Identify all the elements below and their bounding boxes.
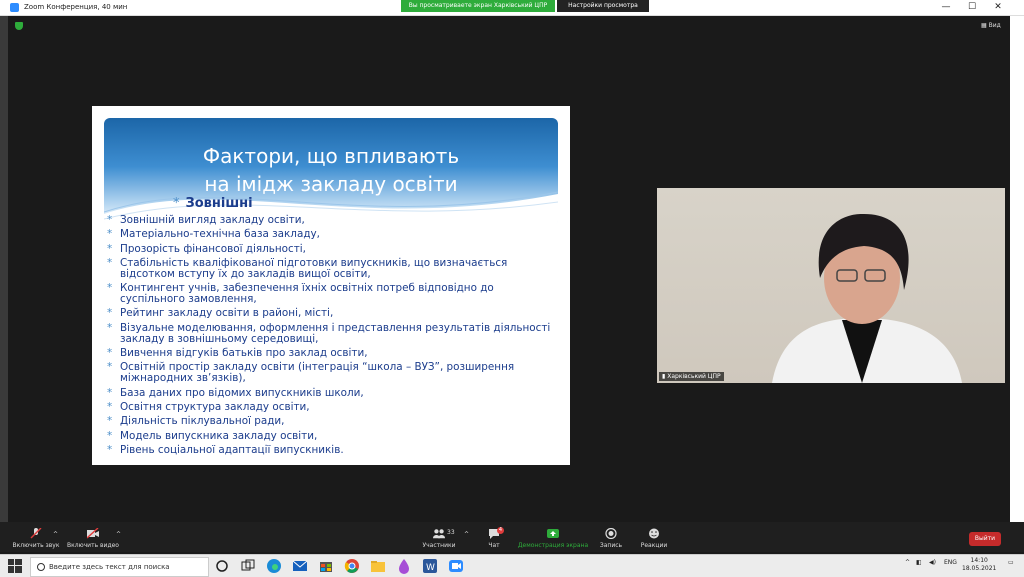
start-video-button[interactable]: Включить видео bbox=[66, 522, 120, 552]
list-item: Вивчення відгуків батьків про заклад осв… bbox=[107, 348, 557, 360]
view-button[interactable]: ▦ Вид bbox=[981, 22, 1001, 29]
record-button[interactable]: Запись bbox=[596, 522, 626, 552]
smiley-icon bbox=[649, 528, 659, 539]
participant-avatar bbox=[772, 213, 962, 383]
list-item: Матеріально-технічна база закладу, bbox=[107, 229, 557, 241]
slide-subtitle: * Зовнішні bbox=[173, 196, 253, 211]
view-label: Вид bbox=[988, 22, 1001, 29]
reactions-label: Реакции bbox=[640, 542, 668, 549]
shield-icon[interactable] bbox=[15, 22, 23, 30]
notifications-icon[interactable]: ▭ bbox=[1008, 559, 1014, 566]
edge-icon[interactable] bbox=[266, 558, 282, 574]
participant-video[interactable]: ▮ Харківський ЦПР bbox=[657, 188, 1005, 383]
participants-icon bbox=[433, 529, 445, 539]
chat-label: Чат bbox=[488, 542, 500, 549]
list-item: Стабільність кваліфікованої підготовки в… bbox=[107, 257, 557, 280]
search-icon bbox=[37, 563, 45, 571]
list-item: Рейтинг закладу освіти в районі, місті, bbox=[107, 308, 557, 320]
reactions-button[interactable]: Реакции bbox=[638, 522, 670, 552]
audio-options-caret[interactable]: ^ bbox=[53, 531, 58, 538]
shared-screen: Фактори, що впливають на імідж закладу о… bbox=[92, 106, 570, 465]
video-options-caret[interactable]: ^ bbox=[116, 531, 121, 538]
file-explorer-icon[interactable] bbox=[370, 558, 386, 574]
slide-subtitle-text: Зовнішні bbox=[185, 196, 253, 211]
cortana-icon[interactable] bbox=[214, 558, 230, 574]
list-item: Контингент учнів, забезпечення їхніх осв… bbox=[107, 283, 557, 305]
view-options-button[interactable]: Настройки просмотра bbox=[557, 0, 649, 12]
list-item: Рівень соціальної адаптації випускників. bbox=[107, 444, 557, 456]
list-item: Прозорість фінансової діяльності, bbox=[107, 243, 557, 255]
taskbar-search-placeholder: Введите здесь текст для поиска bbox=[49, 563, 170, 571]
chat-button[interactable]: Чат bbox=[480, 522, 508, 552]
participants-count: 33 bbox=[447, 529, 455, 536]
right-panel-edge bbox=[1010, 16, 1024, 536]
share-screen-button[interactable]: Демонстрация экрана bbox=[517, 522, 589, 552]
windows-start-icon[interactable] bbox=[8, 559, 22, 573]
list-item: База даних про відомих випускників школи… bbox=[107, 387, 557, 399]
participants-options-caret[interactable]: ^ bbox=[464, 531, 469, 538]
chrome-icon[interactable] bbox=[344, 558, 360, 574]
meeting-toolbar: Включить звук ^ Включить видео ^ Участни… bbox=[0, 522, 1024, 552]
list-item: Модель випускника закладу освіти, bbox=[107, 430, 557, 442]
mail-icon[interactable] bbox=[292, 558, 308, 574]
language-indicator[interactable]: ENG bbox=[944, 559, 957, 566]
left-panel-edge bbox=[0, 16, 8, 536]
list-item: Освітній простір закладу освіти (інтегра… bbox=[107, 362, 557, 384]
list-item: Візуальне моделювання, оформлення і пред… bbox=[107, 322, 557, 345]
participant-name: Харківський ЦПР bbox=[667, 373, 721, 380]
record-label: Запись bbox=[599, 542, 623, 549]
share-screen-label: Демонстрация экрана bbox=[517, 542, 589, 549]
task-view-icon[interactable] bbox=[240, 558, 256, 574]
leave-button[interactable]: Выйти bbox=[969, 532, 1001, 546]
clock-time: 14:10 bbox=[970, 557, 988, 564]
participants-label: Участники bbox=[422, 542, 456, 549]
mic-off-icon bbox=[30, 528, 42, 539]
zoom-icon bbox=[10, 3, 19, 12]
window-title: Zoom Конференция, 40 мин bbox=[24, 3, 128, 11]
store-icon[interactable] bbox=[318, 558, 334, 574]
maximize-button[interactable]: ☐ bbox=[959, 0, 985, 15]
paint-icon[interactable] bbox=[396, 558, 412, 574]
slide-title-line1: Фактори, що впливають bbox=[202, 144, 460, 168]
record-icon bbox=[605, 528, 617, 539]
camera-off-icon bbox=[87, 528, 99, 539]
taskbar-clock[interactable]: 14:10 18.05.2021 bbox=[962, 557, 996, 573]
unmute-label: Включить звук bbox=[12, 542, 60, 549]
list-item: Освітня структура закладу освіти, bbox=[107, 401, 557, 413]
word-icon[interactable]: W bbox=[422, 558, 438, 574]
participants-button[interactable]: Участники bbox=[418, 522, 460, 552]
list-item: Діяльність піклувальної ради, bbox=[107, 416, 557, 428]
share-screen-icon bbox=[547, 529, 559, 538]
title-bar: Zoom Конференция, 40 мин Вы просматривае… bbox=[0, 0, 1024, 16]
chat-badge: 4 bbox=[497, 527, 504, 534]
participant-name-label: ▮ Харківський ЦПР bbox=[659, 372, 724, 381]
tray-expand-icon[interactable]: ^ bbox=[905, 559, 910, 566]
close-button[interactable]: ✕ bbox=[985, 0, 1011, 15]
start-video-label: Включить видео bbox=[67, 542, 119, 549]
svg-text:W: W bbox=[426, 563, 435, 573]
minimize-button[interactable]: — bbox=[933, 0, 959, 15]
clock-date: 18.05.2021 bbox=[962, 565, 997, 572]
taskbar-search-input[interactable]: Введите здесь текст для поиска bbox=[30, 557, 209, 577]
factor-list: Зовнішній вигляд закладу освіти, Матеріа… bbox=[107, 215, 557, 459]
list-item: Зовнішній вигляд закладу освіти, bbox=[107, 215, 557, 227]
volume-icon[interactable]: ◀) bbox=[929, 559, 936, 566]
windows-taskbar: Введите здесь текст для поиска W ^ ◧ ◀) … bbox=[0, 554, 1024, 577]
zoom-taskbar-icon[interactable] bbox=[448, 558, 464, 574]
network-icon[interactable]: ◧ bbox=[916, 559, 922, 566]
share-banner: Вы просматриваете экран Харківський ЦПР bbox=[401, 0, 555, 12]
